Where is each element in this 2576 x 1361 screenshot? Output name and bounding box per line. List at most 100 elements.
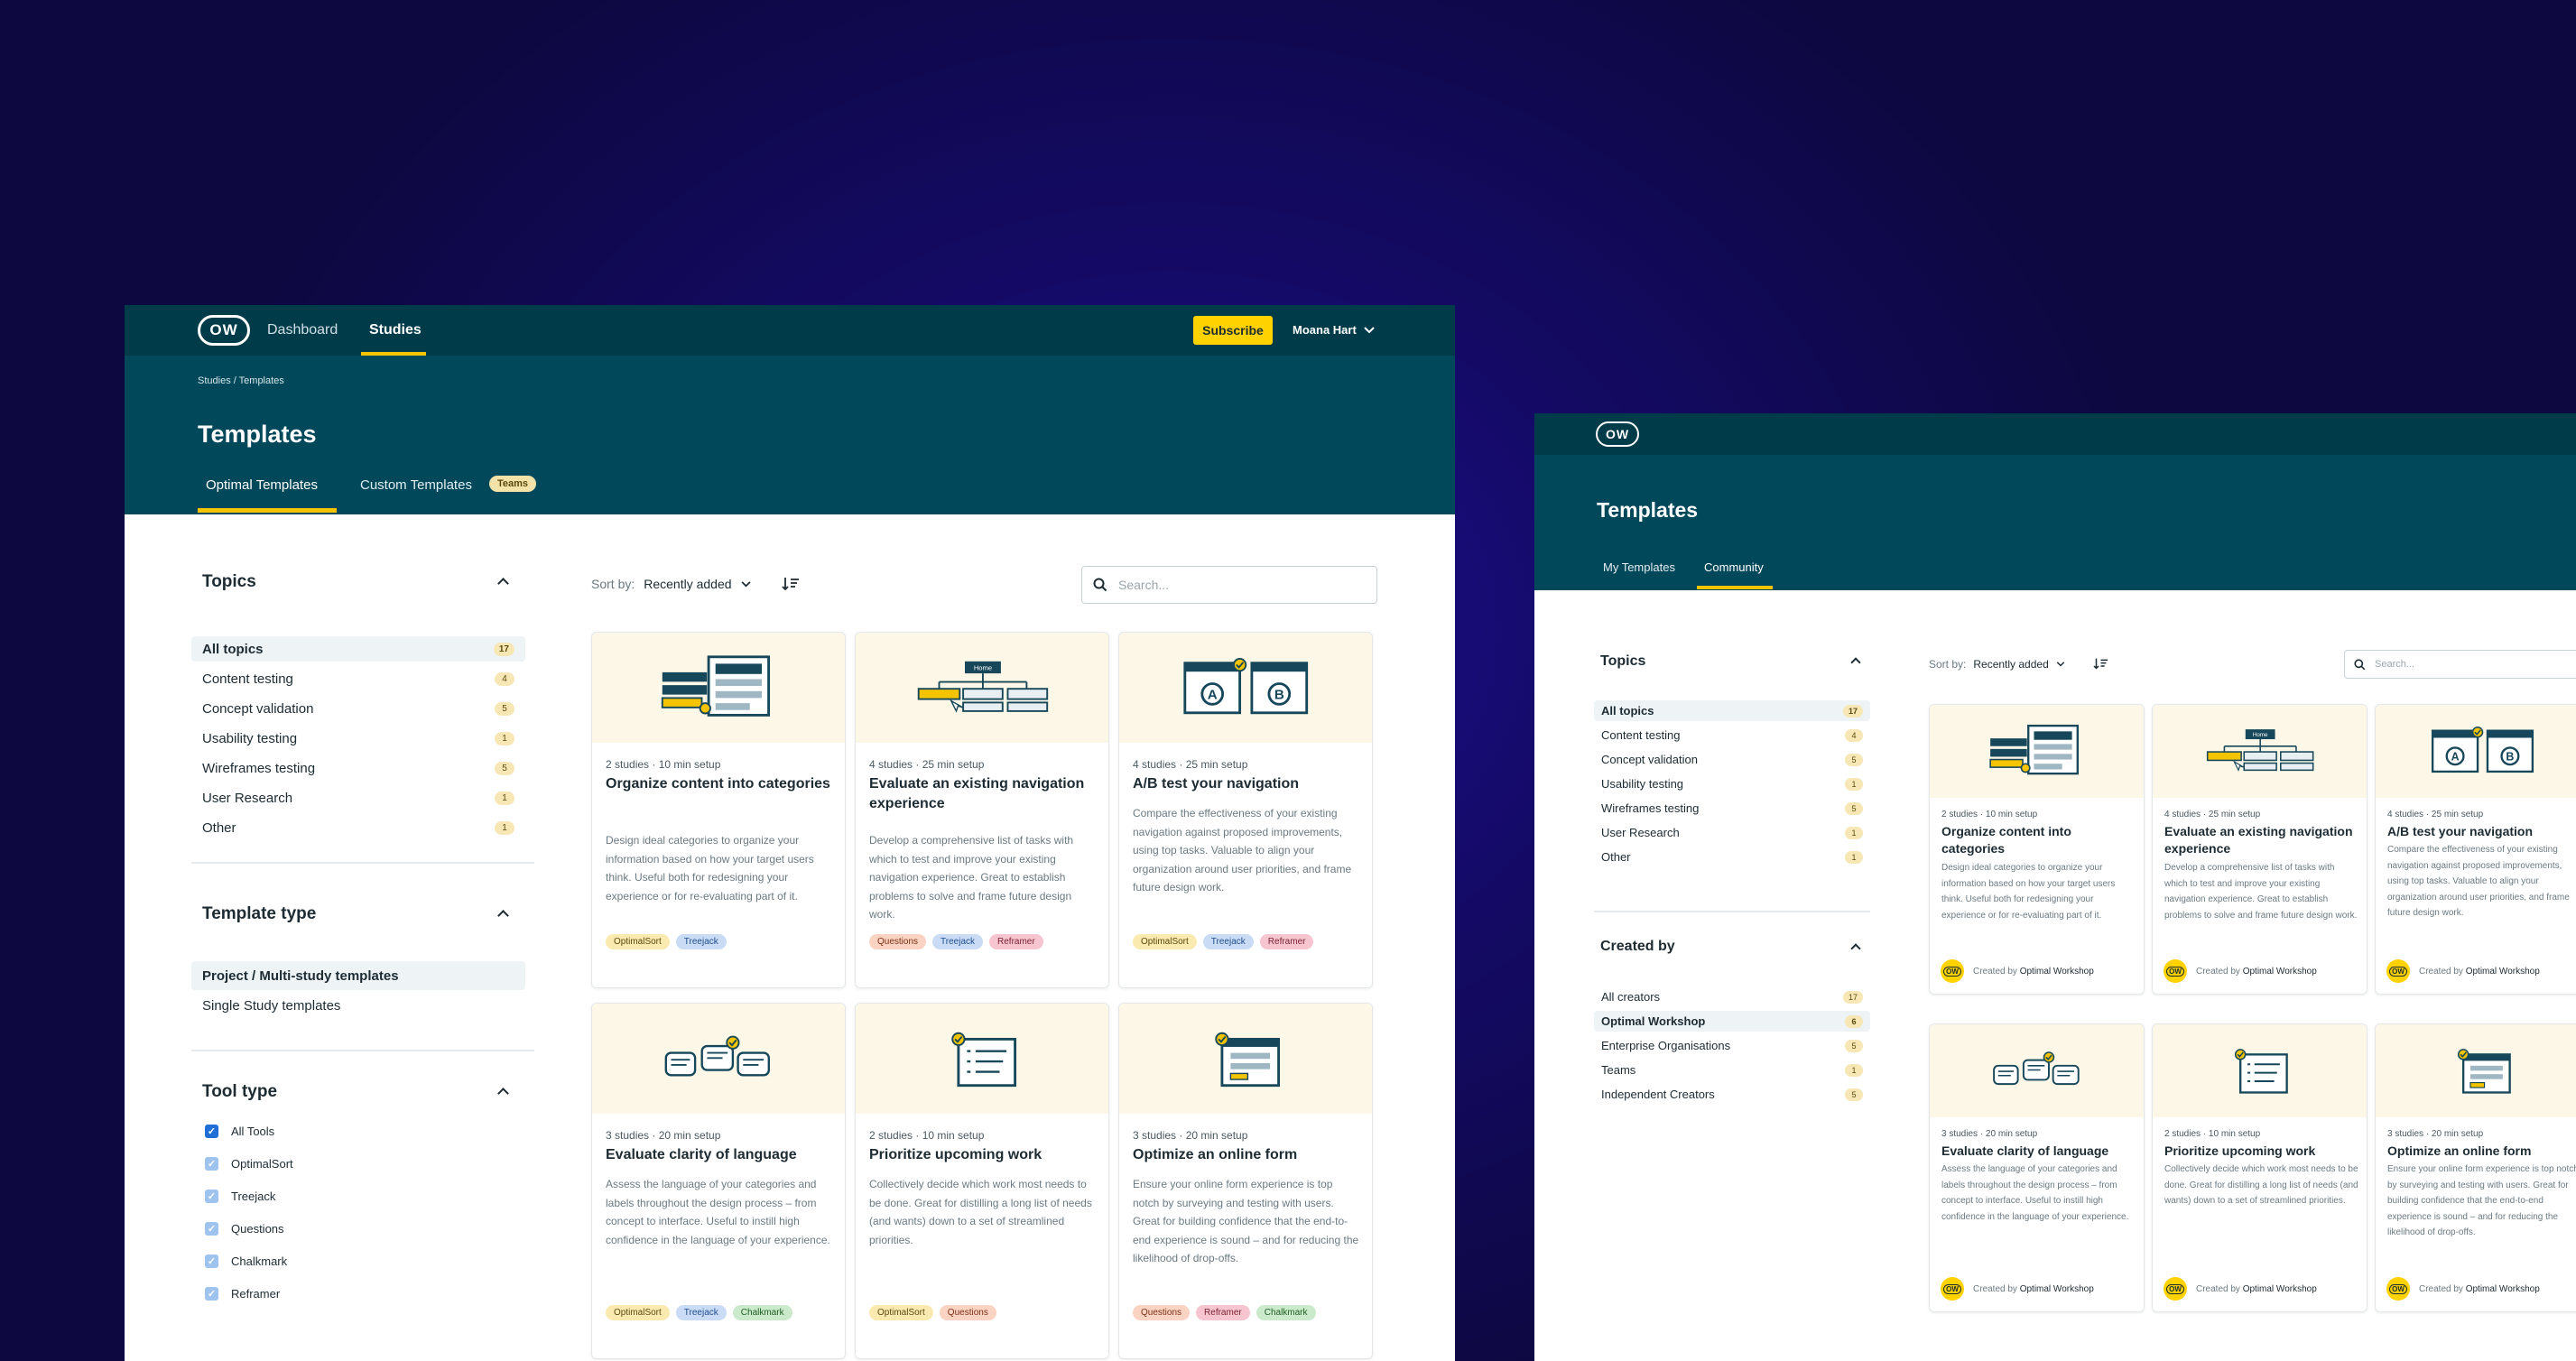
creator-badge-icon: OW [2386, 959, 2410, 983]
chevron-down-icon [1364, 326, 1375, 333]
tool-type-checkbox[interactable]: ✓ OptimalSort [205, 1157, 293, 1171]
chevron-up-icon[interactable] [497, 1088, 509, 1099]
topic-count-badge: 1 [495, 731, 514, 745]
user-menu[interactable]: Moana Hart [1293, 323, 1375, 337]
sort-value: Recently added [644, 577, 732, 591]
tab-active-indicator [1697, 586, 1773, 589]
chevron-up-icon[interactable] [497, 910, 509, 921]
tool-type-heading: Tool type [202, 1082, 278, 1101]
tool-tag: OptimalSort [869, 1305, 933, 1320]
sidebar-divider [1594, 911, 1870, 912]
tool-type-checkbox[interactable]: ✓ Questions [205, 1222, 284, 1236]
card-meta: 4 studies · 25 min setup [2387, 810, 2484, 819]
topic-filter-item[interactable]: Concept validation 5 [191, 696, 525, 721]
topic-label: Usability testing [1601, 777, 1684, 791]
template-card[interactable]: Home 4 studies · 25 min setup Evaluate a… [855, 632, 1109, 988]
creator-name[interactable]: Optimal Workshop [2243, 1284, 2317, 1294]
creator-filter-item[interactable]: Optimal Workshop 6 [1594, 1011, 1870, 1032]
creator-badge-icon: OW [2164, 959, 2187, 983]
creator-filter-item[interactable]: Enterprise Organisations 5 [1594, 1035, 1870, 1056]
topic-filter-item[interactable]: Usability testing 1 [1594, 773, 1870, 794]
template-type-item[interactable]: Single Study templates [191, 991, 525, 1020]
community-templates-window: OW Templates My Templates Community Topi… [1534, 413, 2576, 1361]
tool-tag: Reframer [1196, 1305, 1250, 1320]
topic-label: Concept validation [1601, 753, 1698, 766]
tab-custom-templates[interactable]: Custom Templates [360, 477, 472, 493]
chevron-up-icon[interactable] [497, 578, 509, 589]
sidebar-divider [191, 1050, 534, 1051]
tool-type-checkbox[interactable]: ✓ Treejack [205, 1190, 275, 1203]
tool-type-checkbox[interactable]: ✓ Chalkmark [205, 1255, 287, 1268]
topic-filter-item[interactable]: Wireframes testing 5 [191, 755, 525, 781]
search-icon [1093, 578, 1107, 592]
template-card[interactable]: Home 4 studies · 25 min setup Evaluate a… [2152, 704, 2368, 995]
svg-text:B: B [2506, 751, 2514, 764]
tool-type-checkbox[interactable]: ✓ All Tools [205, 1125, 274, 1138]
topic-filter-item[interactable]: Concept validation 5 [1594, 749, 1870, 770]
topic-filter-item[interactable]: User Research 1 [191, 785, 525, 810]
chevron-up-icon[interactable] [1850, 657, 1861, 668]
nav-dashboard-link[interactable]: Dashboard [267, 322, 338, 338]
template-card[interactable]: 2 studies · 10 min setup Prioritize upco… [2152, 1023, 2368, 1312]
sort-control[interactable]: Sort by: Recently added [591, 577, 751, 591]
topic-filter-item[interactable]: Content testing 4 [191, 666, 525, 691]
card-meta: 4 studies · 25 min setup [2164, 810, 2261, 819]
creator-name[interactable]: Optimal Workshop [2466, 1284, 2540, 1294]
card-title: Organize content into categories [1941, 824, 2071, 856]
breadcrumb[interactable]: Studies / Templates [198, 375, 284, 386]
card-title: A/B test your navigation [2387, 824, 2534, 838]
search-input[interactable]: Search... [1081, 566, 1377, 604]
card-creator: OW Created by Optimal Workshop [1941, 959, 2094, 983]
search-input[interactable]: Search... [2344, 650, 2576, 679]
creator-name[interactable]: Optimal Workshop [2020, 1284, 2094, 1294]
template-type-item[interactable]: Project / Multi-study templates [191, 961, 525, 990]
tool-type-checkbox[interactable]: ✓ Reframer [205, 1287, 280, 1301]
template-card[interactable]: A B 4 studies · 25 min setup A/B test yo… [1118, 632, 1373, 988]
topic-filter-item[interactable]: Usability testing 1 [191, 726, 525, 751]
tab-optimal-templates[interactable]: Optimal Templates [206, 477, 318, 493]
topic-filter-item[interactable]: Content testing 4 [1594, 725, 1870, 745]
creator-name[interactable]: Optimal Workshop [2243, 967, 2317, 977]
ow-logo[interactable]: OW [198, 315, 250, 346]
template-card[interactable]: A B 4 studies · 25 min setup A/B test yo… [2375, 704, 2576, 995]
creator-filter-item[interactable]: Independent Creators 5 [1594, 1084, 1870, 1105]
template-card[interactable]: 2 studies · 10 min setup Organize conten… [1929, 704, 2145, 995]
sort-order-icon[interactable] [782, 576, 800, 592]
card-description: Collectively decide which work most need… [869, 1178, 1092, 1246]
sort-label: Sort by: [591, 577, 635, 591]
chevron-up-icon[interactable] [1850, 943, 1861, 954]
card-meta: 2 studies · 10 min setup [2164, 1129, 2261, 1139]
card-title: Evaluate an existing navigation experien… [2164, 824, 2353, 856]
topic-filter-item[interactable]: All topics 17 [1594, 700, 1870, 721]
page-title: Templates [198, 421, 317, 448]
subscribe-button[interactable]: Subscribe [1193, 316, 1273, 345]
template-card[interactable]: 2 studies · 10 min setup Organize conten… [591, 632, 846, 988]
creator-filter-item[interactable]: Teams 1 [1594, 1060, 1870, 1080]
card-meta: 3 studies · 20 min setup [606, 1129, 721, 1142]
nav-studies-link[interactable]: Studies [369, 322, 422, 338]
card-creator: OW Created by Optimal Workshop [2386, 959, 2540, 983]
card-meta: 4 studies · 25 min setup [869, 758, 985, 771]
ow-logo[interactable]: OW [1596, 421, 1639, 447]
tab-community[interactable]: Community [1704, 560, 1764, 574]
creator-filter-item[interactable]: All creators 17 [1594, 986, 1870, 1007]
sort-order-icon[interactable] [2093, 657, 2108, 671]
template-card[interactable]: 3 studies · 20 min setup Evaluate clarit… [1929, 1023, 2145, 1312]
creator-name[interactable]: Optimal Workshop [2466, 967, 2540, 977]
template-card[interactable]: 3 studies · 20 min setup Evaluate clarit… [591, 1003, 846, 1359]
card-image [592, 633, 845, 743]
topic-filter-item[interactable]: User Research 1 [1594, 822, 1870, 843]
card-meta: 3 studies · 20 min setup [1941, 1129, 2038, 1139]
creator-name[interactable]: Optimal Workshop [2020, 967, 2094, 977]
template-card[interactable]: 3 studies · 20 min setup Optimize an onl… [1118, 1003, 1373, 1359]
creator-count-badge: 6 [1845, 1014, 1863, 1028]
topic-filter-item[interactable]: Wireframes testing 5 [1594, 798, 1870, 819]
topic-filter-item[interactable]: Other 1 [191, 815, 525, 840]
sort-control[interactable]: Sort by: Recently added [1929, 658, 2065, 671]
topic-filter-item[interactable]: All topics 17 [191, 636, 525, 662]
template-card[interactable]: 3 studies · 20 min setup Optimize an onl… [2375, 1023, 2576, 1312]
card-description: Develop a comprehensive list of tasks wi… [869, 834, 1074, 921]
template-card[interactable]: 2 studies · 10 min setup Prioritize upco… [855, 1003, 1109, 1359]
topic-filter-item[interactable]: Other 1 [1594, 847, 1870, 867]
tab-my-templates[interactable]: My Templates [1603, 560, 1675, 574]
